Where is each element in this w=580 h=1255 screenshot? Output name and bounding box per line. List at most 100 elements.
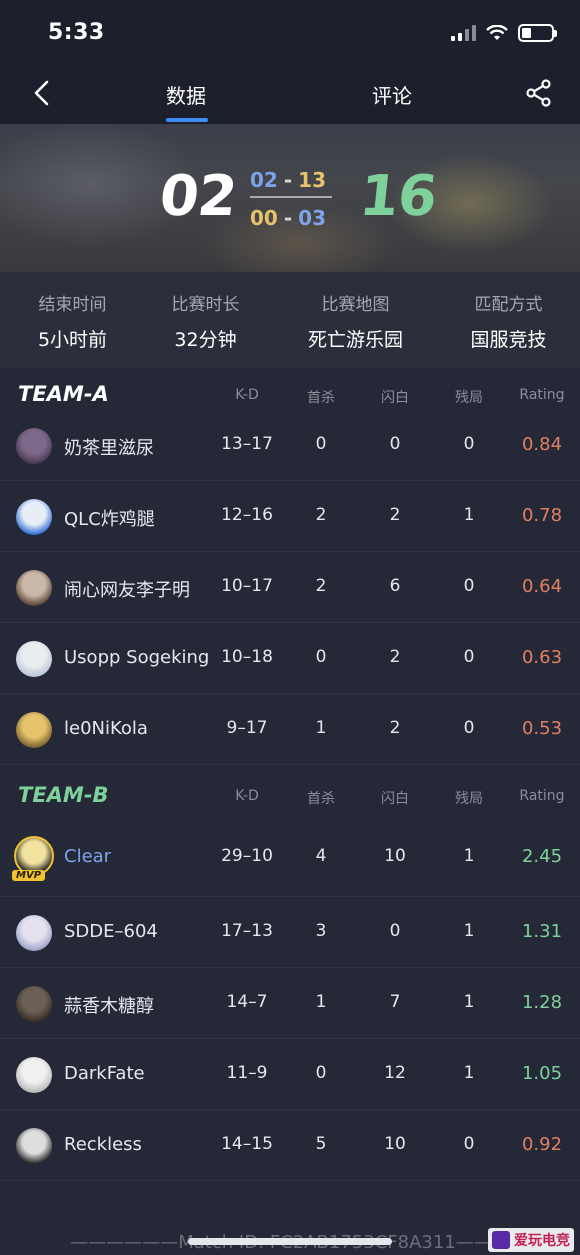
stat-flash: 10 — [384, 1133, 406, 1154]
column-header: Rating — [519, 387, 565, 403]
column-header: 闪白 — [381, 390, 409, 406]
player-row[interactable]: 闹心网友李子明 10–17 2 6 0 0.64 — [0, 552, 580, 623]
score-banner: 02 02 - 13 00 - 03 16 — [0, 124, 580, 272]
stat-kd: 10–18 — [221, 646, 273, 667]
player-row[interactable]: 蒜香木糖醇 14–7 1 7 1 1.28 — [0, 968, 580, 1039]
player-row[interactable]: DarkFate 11–9 0 12 1 1.05 — [0, 1039, 580, 1110]
player-name[interactable]: Reckless — [64, 1134, 142, 1155]
player-avatar[interactable] — [16, 569, 52, 606]
watermark-text: 爱玩电竞 — [514, 1233, 570, 1249]
player-name[interactable]: SDDE–604 — [64, 921, 158, 942]
player-row[interactable]: le0NiKola 9–17 1 2 0 0.53 — [0, 694, 580, 765]
player-avatar[interactable] — [16, 914, 52, 951]
stat-flash: 0 — [389, 920, 401, 941]
stat-rating: 0.92 — [521, 1133, 563, 1155]
stat-rating: 2.45 — [521, 845, 563, 867]
stat-kd: 13–17 — [221, 433, 273, 454]
team-name: TEAM-B — [18, 783, 109, 807]
player-avatar[interactable] — [16, 427, 52, 464]
stat-flash: 12 — [384, 1062, 406, 1083]
half2-team-a: 00 — [250, 206, 278, 230]
back-arrow-icon[interactable] — [28, 78, 58, 108]
stat-flash: 2 — [389, 504, 401, 525]
player-name[interactable]: QLC炸鸡腿 — [64, 505, 155, 531]
stat-flash: 10 — [384, 845, 406, 866]
player-name[interactable]: Usopp Sogeking — [64, 647, 209, 668]
status-bar: 5:33 — [0, 0, 580, 64]
player-avatar[interactable] — [16, 640, 52, 677]
tab-comment[interactable]: 评论 — [372, 80, 412, 109]
stat-clutch: 0 — [463, 433, 475, 454]
column-header: Rating — [519, 788, 565, 804]
stat-rating: 1.05 — [521, 1062, 563, 1084]
stat-kd: 29–10 — [221, 845, 273, 866]
stat-fk: 5 — [315, 1133, 327, 1154]
stat-rating: 1.28 — [521, 991, 563, 1013]
stat-fk: 1 — [315, 991, 327, 1012]
stat-clutch: 1 — [463, 991, 475, 1012]
stat-fk: 2 — [315, 504, 327, 525]
player-avatar[interactable] — [16, 985, 52, 1022]
stat-rating: 0.63 — [521, 646, 563, 668]
column-header: K-D — [235, 387, 259, 403]
stat-clutch: 0 — [463, 717, 475, 738]
player-name[interactable]: 闹心网友李子明 — [64, 576, 190, 602]
home-indicator[interactable] — [188, 1238, 392, 1245]
stat-kd: 12–16 — [221, 504, 273, 525]
info-label: 比赛地图 — [321, 295, 390, 315]
player-avatar[interactable] — [16, 1056, 52, 1093]
team-a-score: 02 — [156, 164, 240, 229]
stat-fk: 3 — [315, 920, 327, 941]
stat-kd: 11–9 — [226, 1062, 268, 1083]
player-name[interactable]: 奶茶里滋尿 — [64, 434, 154, 460]
half2-team-b: 03 — [298, 206, 326, 230]
player-row[interactable]: MVP Clear 29–10 4 10 1 2.45 — [0, 818, 580, 897]
stat-fk: 0 — [315, 646, 327, 667]
stat-clutch: 1 — [463, 1062, 475, 1083]
half-divider — [250, 196, 332, 198]
stat-kd: 9–17 — [226, 717, 268, 738]
stat-kd: 10–17 — [221, 575, 273, 596]
stat-kd: 14–7 — [226, 991, 268, 1012]
player-name[interactable]: Clear — [64, 846, 111, 867]
info-label: 比赛时长 — [171, 295, 240, 315]
stat-rating: 0.84 — [521, 433, 563, 455]
status-icons — [451, 24, 557, 42]
stat-clutch: 1 — [463, 845, 475, 866]
info-match-mode: 匹配方式 国服竞技 — [436, 290, 580, 352]
stat-rating: 0.78 — [521, 504, 563, 526]
stat-fk: 2 — [315, 575, 327, 596]
column-header: 残局 — [455, 791, 483, 807]
team-b-header: TEAM-B K-D 首杀 闪白 残局 Rating — [0, 770, 580, 822]
column-header: 残局 — [455, 390, 483, 406]
player-row[interactable]: 奶茶里滋尿 13–17 0 0 0 0.84 — [0, 410, 580, 481]
info-label: 结束时间 — [38, 295, 107, 315]
info-value: 国服竞技 — [470, 329, 547, 351]
player-avatar[interactable] — [16, 1127, 52, 1164]
tab-data[interactable]: 数据 — [166, 80, 206, 109]
player-row[interactable]: Usopp Sogeking 10–18 0 2 0 0.63 — [0, 623, 580, 694]
battery-icon — [518, 24, 557, 42]
stat-flash: 0 — [389, 433, 401, 454]
player-avatar[interactable] — [16, 498, 52, 535]
player-row[interactable]: SDDE–604 17–13 3 0 1 1.31 — [0, 897, 580, 968]
watermark-icon — [492, 1231, 510, 1249]
player-row[interactable]: QLC炸鸡腿 12–16 2 2 1 0.78 — [0, 481, 580, 552]
player-name[interactable]: le0NiKola — [64, 718, 148, 739]
status-time: 5:33 — [48, 20, 105, 45]
player-avatar[interactable] — [16, 711, 52, 748]
half1-dash: - — [283, 168, 293, 192]
stat-clutch: 0 — [463, 646, 475, 667]
stat-flash: 2 — [389, 646, 401, 667]
stat-fk: 1 — [315, 717, 327, 738]
player-name[interactable]: DarkFate — [64, 1063, 145, 1084]
stat-fk: 0 — [315, 1062, 327, 1083]
stat-kd: 17–13 — [221, 920, 273, 941]
player-name[interactable]: 蒜香木糖醇 — [64, 992, 154, 1018]
second-half-score: 00 - 03 — [250, 206, 326, 230]
info-duration: 比赛时长 32分钟 — [133, 290, 278, 352]
share-icon[interactable] — [524, 78, 554, 108]
stat-rating: 0.64 — [521, 575, 563, 597]
player-row[interactable]: Reckless 14–15 5 10 0 0.92 — [0, 1110, 580, 1181]
info-value: 32分钟 — [174, 329, 237, 351]
